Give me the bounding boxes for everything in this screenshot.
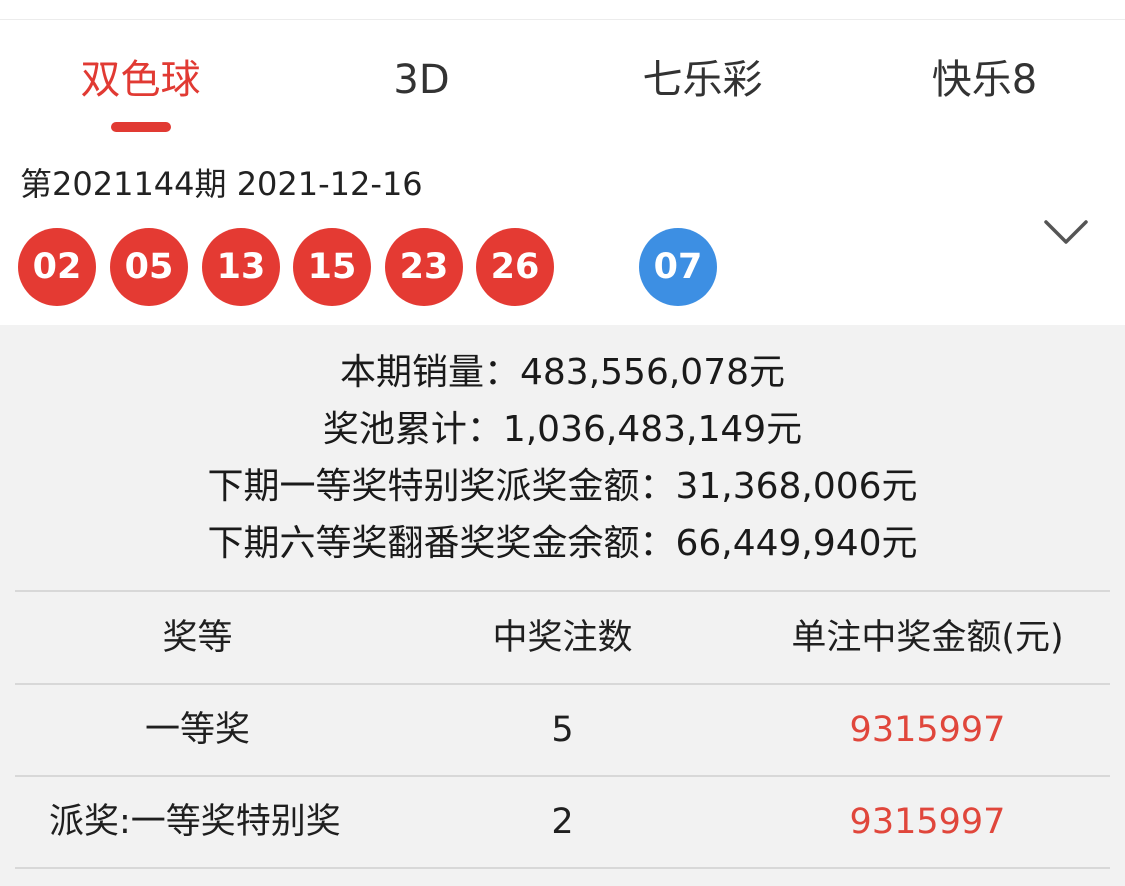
active-tab-indicator xyxy=(110,122,171,132)
winner-count: 5 xyxy=(551,710,574,750)
red-ball: 02 xyxy=(18,228,96,306)
top-divider xyxy=(0,19,1125,20)
tab-label: 双色球 xyxy=(80,57,201,103)
prize-amount: 9315997 xyxy=(849,710,1006,750)
tab-kuaile8[interactable]: 快乐8 xyxy=(844,52,1125,134)
red-ball: 13 xyxy=(202,228,280,306)
red-ball: 05 xyxy=(110,228,188,306)
special-first-prize-amount: 下期一等奖特别奖派奖金额：31,368,006元 xyxy=(207,466,918,507)
table-divider xyxy=(15,683,1110,685)
table-divider xyxy=(15,590,1110,592)
issue-info: 第2021144期 2021-12-16 xyxy=(20,165,423,203)
tab-shuangseqiu[interactable]: 双色球 xyxy=(0,52,281,134)
prize-amount: 9315997 xyxy=(849,802,1006,842)
sixth-prize-remaining: 下期六等奖翻番奖奖金余额：66,449,940元 xyxy=(207,523,918,564)
sales-amount: 本期销量：483,556,078元 xyxy=(339,352,786,393)
prize-pool: 奖池累计：1,036,483,149元 xyxy=(322,409,803,450)
red-ball: 26 xyxy=(476,228,554,306)
table-header: 奖等 xyxy=(162,618,233,658)
table-divider xyxy=(15,867,1110,869)
prize-level: 一等奖 xyxy=(144,710,250,750)
table-divider xyxy=(15,775,1110,777)
tab-qilecai[interactable]: 七乐彩 xyxy=(562,52,843,134)
prize-level: 派奖:一等奖特别奖 xyxy=(49,802,341,842)
tab-3d[interactable]: 3D xyxy=(281,52,562,134)
table-header: 中奖注数 xyxy=(492,618,633,658)
blue-ball: 07 xyxy=(639,228,717,306)
lottery-tabs: 双色球 3D 七乐彩 快乐8 xyxy=(0,52,1125,134)
chevron-down-icon[interactable] xyxy=(1040,206,1092,258)
table-header: 单注中奖金额(元) xyxy=(791,618,1064,658)
red-ball: 15 xyxy=(293,228,371,306)
winner-count: 2 xyxy=(551,802,574,842)
tab-label: 快乐8 xyxy=(931,57,1038,103)
tab-label: 七乐彩 xyxy=(642,57,763,103)
tab-label: 3D xyxy=(393,57,450,103)
red-ball: 23 xyxy=(385,228,463,306)
